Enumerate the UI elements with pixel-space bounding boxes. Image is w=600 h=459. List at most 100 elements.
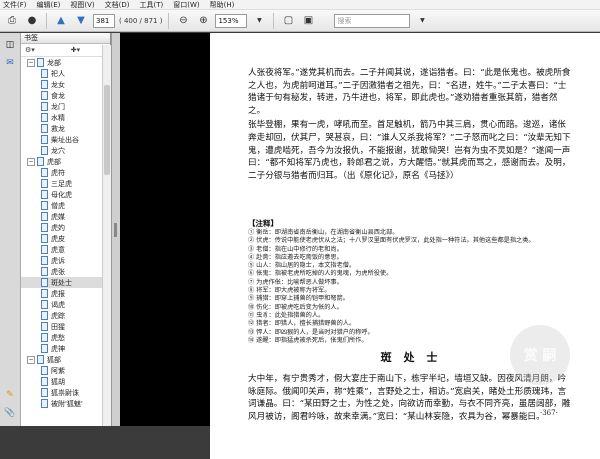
bookmark-label: 虎张	[51, 267, 65, 276]
watermark-text: 赏 嗣	[523, 348, 557, 364]
bookmark-label: 阿紫	[51, 366, 65, 375]
collapse-toggle-icon[interactable]: −	[27, 58, 35, 67]
bookmark-item[interactable]: 虎踪	[21, 310, 110, 321]
bookmark-item[interactable]: 阿紫	[21, 365, 110, 376]
bookmark-label: 母化虎	[51, 190, 72, 199]
bookmark-label: 柴址出谷	[51, 135, 79, 144]
bookmark-item[interactable]: 田猩	[21, 321, 110, 332]
pages-panel-icon[interactable]: ◫	[4, 39, 16, 51]
bookmark-item[interactable]: 母化虎	[21, 189, 110, 200]
bookmark-label: 僧虎	[51, 201, 65, 210]
bookmark-item[interactable]: 虎媒	[21, 211, 110, 222]
bookmarks-panel-icon[interactable]: ✉	[4, 57, 16, 69]
fit-width-icon[interactable]: ▣	[300, 13, 316, 29]
toolbar-divider	[168, 12, 170, 29]
bookmark-item[interactable]: 斑处士	[21, 277, 110, 288]
fit-page-icon[interactable]: ▢	[280, 13, 296, 29]
bookmark-page-icon	[41, 267, 48, 276]
collapse-toggle-icon[interactable]: −	[27, 355, 35, 364]
bookmark-item[interactable]: 虎符	[21, 167, 110, 178]
bookmark-item[interactable]: 祀人	[21, 68, 110, 79]
bookmark-item[interactable]: 水精	[21, 112, 110, 123]
bookmarks-scrollbar[interactable]	[102, 45, 111, 426]
menu-file[interactable]: 文件(F)	[3, 0, 27, 10]
bookmark-item[interactable]: 虎妁	[21, 222, 110, 233]
zoom-dropdown-icon[interactable]: ▼	[251, 13, 267, 29]
share-icon[interactable]: ●	[24, 13, 40, 29]
bookmark-page-icon	[41, 124, 48, 133]
zoom-out-icon[interactable]: ⊖	[175, 13, 191, 29]
bookmark-item[interactable]: 龙女	[21, 79, 110, 90]
bookmark-item[interactable]: 柴址出谷	[21, 134, 110, 145]
bookmark-label: 虎报	[51, 289, 65, 298]
collapse-toggle-icon[interactable]: −	[27, 157, 35, 166]
next-page-icon[interactable]: ▼	[73, 13, 89, 29]
menu-tools[interactable]: 工具(T)	[140, 0, 164, 10]
menu-window[interactable]: 窗口(W)	[173, 0, 199, 10]
menu-edit[interactable]: 编辑(E)	[37, 0, 61, 10]
bookmark-page-icon	[41, 311, 48, 320]
bookmark-item[interactable]: 龙穴	[21, 145, 110, 156]
bookmark-label: 狐祟尉诛	[51, 388, 79, 397]
bookmark-page-icon	[41, 146, 48, 155]
zoom-in-icon[interactable]: ⊕	[195, 13, 211, 29]
bookmark-item[interactable]: 虎报	[21, 288, 110, 299]
bookmark-item[interactable]: 狐胡	[21, 376, 110, 387]
bookmark-item[interactable]: 狐祟尉诛	[21, 387, 110, 398]
bookmark-item[interactable]: 谒虎	[21, 299, 110, 310]
bookmark-item[interactable]: 虎张	[21, 266, 110, 277]
scrollbar-thumb[interactable]	[104, 85, 110, 175]
bookmark-folder[interactable]: − 狐部	[21, 354, 110, 365]
bookmark-folder[interactable]: − 龙部	[21, 57, 110, 68]
bookmark-page-icon	[41, 212, 48, 221]
bookmark-label: 斑处士	[51, 278, 72, 287]
bookmark-page-icon	[41, 80, 48, 89]
notes-title: 【注释】	[248, 219, 278, 228]
print-icon[interactable]: ⎙	[4, 13, 20, 29]
bookmark-label: 三足虎	[51, 179, 72, 188]
options-icon[interactable]: ⚙▾	[25, 46, 35, 54]
bookmark-folder[interactable]: − 虎部	[21, 156, 110, 167]
paragraph: 张毕登棚，果有一虎，哮吼而至。首足触机，箭乃中其三肩，贯心而踣。逡巡，诸伥奔走却…	[248, 120, 571, 181]
menu-help[interactable]: 帮助(H)	[210, 0, 235, 10]
bookmark-page-icon	[37, 355, 44, 364]
comments-icon[interactable]: ✎	[4, 389, 16, 401]
bookmark-label: 龙部	[47, 58, 61, 67]
bookmark-page-icon	[41, 91, 48, 100]
search-field[interactable]: 搜索	[334, 13, 411, 28]
bookmark-page-icon	[41, 102, 48, 111]
zoom-field[interactable]: 153%	[215, 13, 248, 28]
toolbar-divider	[46, 12, 47, 29]
note-item: ⑫ 猎者：即猎人，擅长捕猎野兽的人。	[248, 320, 356, 328]
bookmark-item[interactable]: 食龙	[21, 90, 110, 101]
new-bookmark-icon[interactable]: ✚▾	[71, 46, 80, 54]
bookmark-item[interactable]: 僧虎	[21, 200, 110, 211]
bookmark-page-icon	[41, 256, 48, 265]
attachments-icon[interactable]: 📎	[4, 407, 16, 419]
bookmark-tree: − 龙部 祀人 龙女 食龙 龙门 水精 救龙 柴址出谷 龙穴 − 虎部 虎符三足虎母化虎僧虎 虎媒 虎妁 虎皮…	[21, 57, 110, 409]
bookmark-item[interactable]: 救龙	[21, 123, 110, 134]
previous-page-icon[interactable]: ▲	[53, 13, 69, 29]
bookmark-page-icon	[41, 223, 48, 232]
bookmark-page-icon	[41, 190, 48, 199]
bookmark-item[interactable]: 三足虎	[21, 178, 110, 189]
bookmark-item[interactable]: 虎诉	[21, 255, 110, 266]
bookmark-label: 虎符	[51, 168, 65, 177]
bookmark-item[interactable]: 虎神	[21, 343, 110, 354]
menu-view[interactable]: 视图(V)	[70, 0, 94, 10]
bookmark-page-icon	[41, 179, 48, 188]
bookmark-item[interactable]: 龙门	[21, 101, 110, 112]
bookmark-item[interactable]: 被附'狐魅'	[21, 398, 110, 409]
note-item: ⑩ 伤化：即被虎吃后变为伥的人。	[248, 303, 343, 311]
paragraph: 人张夜将军。”遂党其机而去。二子并闻其说，遂诣猎者。曰：“此是伥鬼也。被虎所食之…	[248, 68, 571, 116]
bookmark-item[interactable]: 虎愁	[21, 332, 110, 343]
bookmark-item[interactable]: 虎意	[21, 244, 110, 255]
bookmarks-panel-title: 书签	[24, 34, 38, 42]
bookmark-label: 虎神	[51, 344, 65, 353]
splitter-grip[interactable]	[114, 223, 117, 237]
search-dropdown-icon[interactable]: ▼	[414, 13, 430, 29]
menu-document[interactable]: 文档(D)	[105, 0, 130, 10]
watermark-seal: 赏 嗣	[510, 325, 570, 385]
bookmark-item[interactable]: 虎皮	[21, 233, 110, 244]
page-number-input[interactable]: 381	[93, 13, 115, 28]
